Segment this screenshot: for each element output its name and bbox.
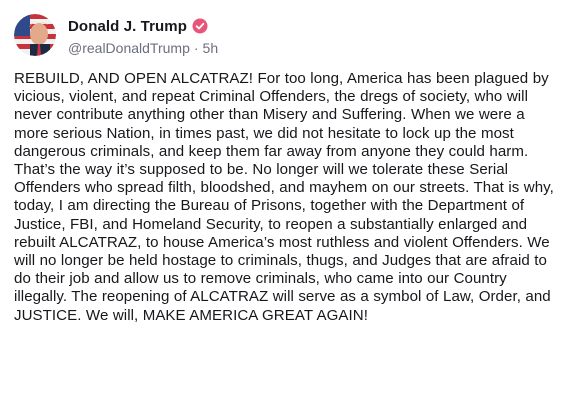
- author-name-row: Donald J. Trump: [68, 16, 218, 36]
- avatar[interactable]: [14, 14, 56, 56]
- author-identity: Donald J. Trump @realDonaldTrump · 5h: [68, 12, 218, 58]
- verified-badge-icon: [192, 18, 208, 34]
- meta-separator: ·: [193, 40, 199, 56]
- post-header: Donald J. Trump @realDonaldTrump · 5h: [14, 12, 556, 64]
- post-timestamp[interactable]: 5h: [203, 40, 219, 56]
- author-handle[interactable]: @realDonaldTrump: [68, 40, 190, 56]
- post-text: REBUILD, AND OPEN ALCATRAZ! For too long…: [14, 70, 554, 324]
- post-card: Donald J. Trump @realDonaldTrump · 5h REBU…: [0, 0, 570, 400]
- author-display-name[interactable]: Donald J. Trump: [68, 18, 187, 35]
- author-meta-row: @realDonaldTrump · 5h: [68, 38, 218, 58]
- avatar-image: [14, 14, 56, 56]
